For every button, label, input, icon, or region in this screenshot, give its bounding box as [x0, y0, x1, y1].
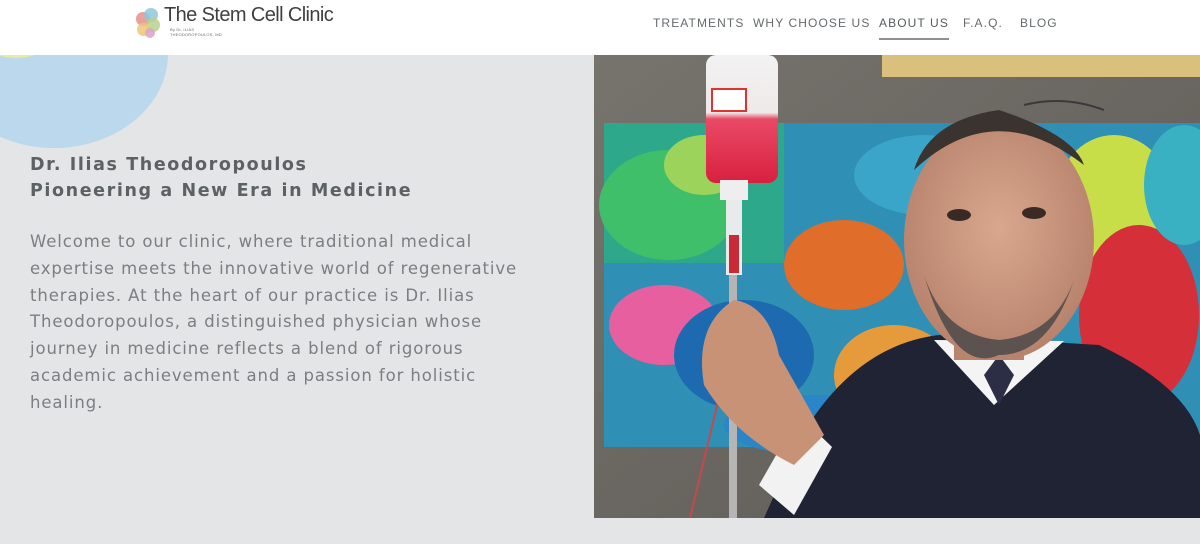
nav-treatments[interactable]: TREATMENTS [653, 16, 744, 30]
nav-faq[interactable]: F.A.Q. [963, 16, 1003, 30]
site-header: The Stem Cell Clinic By Dr. ILIAS THEODO… [0, 0, 1200, 55]
hero-title: Dr. Ilias Theodoropoulos Pioneering a Ne… [30, 152, 412, 204]
hero-body-line: journey in medicine reflects a blend of … [30, 339, 464, 359]
doctor-holding-iv-bag-photo [594, 55, 1200, 518]
logo-subtitle-2: THEODOROPOULOS, MD [170, 31, 222, 37]
nav-blog[interactable]: BLOG [1020, 16, 1058, 30]
hero-body-line: Theodoropoulos, a distinguished physicia… [30, 312, 483, 332]
hero-body-line: expertise meets the innovative world of … [30, 258, 518, 278]
hero-title-line-2: Pioneering a New Era in Medicine [30, 181, 413, 201]
hero-body: Welcome to our clinic, where traditional… [30, 229, 540, 417]
hero-body-line: academic achievement and a passion for h… [30, 365, 477, 385]
nav-about-us[interactable]: ABOUT US [879, 16, 949, 40]
hero-body-line: healing. [30, 392, 104, 412]
nav-why-choose-us[interactable]: WHY CHOOSE US [753, 16, 870, 30]
doctor-photo [594, 55, 1200, 518]
hero-body-line: Welcome to our clinic, where traditional… [30, 232, 473, 251]
site-logo[interactable]: The Stem Cell Clinic By Dr. ILIAS THEODO… [132, 3, 334, 44]
logo-name: The Stem Cell Clinic [164, 3, 334, 26]
logo-mark-icon [132, 6, 164, 42]
hero-body-line: therapies. At the heart of our practice … [30, 285, 475, 305]
hero-title-line-1: Dr. Ilias Theodoropoulos [30, 155, 308, 175]
